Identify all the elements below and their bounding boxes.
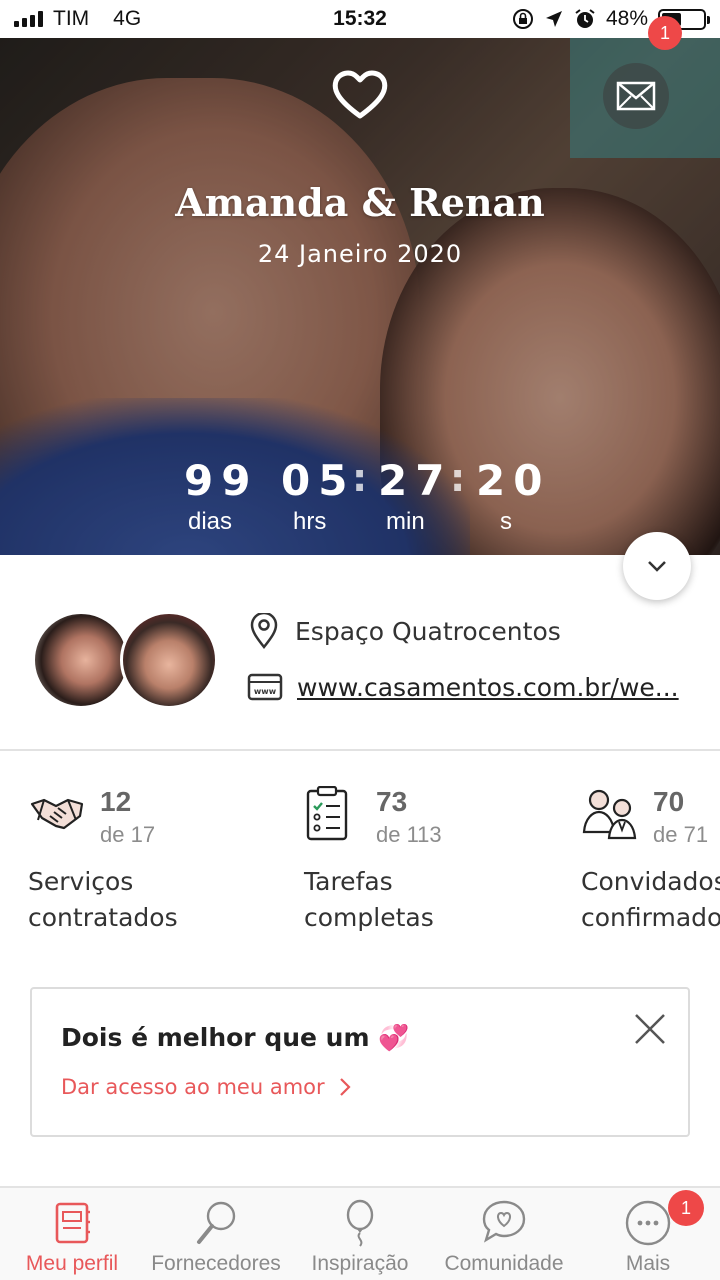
countdown-hours-label: hrs [293, 508, 327, 535]
avatar [32, 611, 130, 709]
guests-total: de 71 [653, 822, 709, 847]
guests-count: 70 [653, 786, 685, 817]
messages-badge: 1 [648, 16, 682, 50]
nav-fornecedores[interactable]: Fornecedores [144, 1188, 288, 1280]
invite-partner-label: Dar acesso ao meu amor [61, 1075, 325, 1099]
tasks-total: de 113 [376, 822, 442, 847]
services-count: 12 [100, 786, 132, 817]
nav-label: Fornecedores [151, 1252, 281, 1275]
guests-label: Convidados confirmados [581, 867, 720, 932]
countdown-days: 99 [184, 456, 259, 505]
nav-comunidade[interactable]: Comunidade [432, 1188, 576, 1280]
countdown-seconds-label: s [500, 508, 512, 535]
countdown-minutes-label: min [386, 508, 425, 535]
couple-name: Amanda & Renan [175, 180, 545, 225]
countdown-minutes: 27 [378, 456, 453, 505]
venue-row[interactable]: Espaço Quatrocentos [247, 613, 561, 649]
countdown: 99 05 : 27 : 20 dias hrs min s [0, 456, 720, 555]
countdown-hours: 05 [281, 456, 356, 505]
tasks-label: Tarefas completas [304, 867, 434, 932]
invite-partner-link[interactable]: Dar acesso ao meu amor [61, 1075, 351, 1099]
website-link[interactable]: www.casamentos.com.br/we... [297, 673, 697, 702]
notebook-icon [55, 1202, 90, 1244]
heart-icon [332, 70, 388, 119]
location-pin-icon [250, 613, 278, 649]
nav-label: Inspiração [311, 1252, 409, 1275]
balloon-icon [346, 1199, 374, 1247]
svg-text:www: www [254, 687, 277, 696]
nav-inspiracao[interactable]: Inspiração [288, 1188, 432, 1280]
location-icon [545, 11, 562, 27]
avatar [120, 611, 218, 709]
nav-label: Meu perfil [25, 1252, 119, 1275]
nav-label: Mais [625, 1252, 671, 1275]
messages-button[interactable] [603, 63, 669, 129]
bottom-navigation: Meu perfil Fornecedores Inspiração Comun… [0, 1186, 720, 1280]
status-bar: TIM 4G 15:32 48% [0, 0, 720, 38]
rotation-lock-icon [512, 9, 533, 29]
checklist-icon [306, 786, 348, 841]
tasks-count: 73 [376, 786, 408, 817]
more-badge: 1 [668, 1190, 704, 1226]
chevron-right-icon [339, 1078, 351, 1096]
chat-heart-icon [482, 1200, 526, 1243]
partner-invite-card: Dois é melhor que um 💞 Dar acesso ao meu… [30, 987, 690, 1137]
handshake-icon [30, 798, 84, 830]
website-row[interactable]: www www.casamentos.com.br/we... [247, 672, 697, 702]
battery-percent: 48% [605, 7, 648, 30]
services-total: de 17 [100, 822, 156, 847]
countdown-separator: : [450, 456, 466, 500]
countdown-separator: : [352, 456, 368, 500]
venue-name: Espaço Quatrocentos [295, 616, 561, 646]
envelope-icon [616, 81, 656, 111]
nav-label: Comunidade [444, 1252, 564, 1275]
couple-photo-header: Amanda & Renan 24 Janeiro 2020 99 05 : 2… [0, 38, 720, 555]
couple-avatars[interactable] [32, 611, 222, 711]
countdown-days-label: dias [188, 508, 233, 535]
website-icon: www [247, 673, 283, 701]
more-icon [625, 1200, 671, 1246]
alarm-icon [575, 9, 595, 28]
card-title: Dois é melhor que um 💞 [61, 1023, 410, 1052]
close-icon[interactable] [632, 1011, 668, 1047]
guests-icon [582, 789, 637, 840]
services-label: Serviços contratados [28, 867, 178, 932]
countdown-seconds: 20 [476, 456, 551, 505]
wedding-date: 24 Janeiro 2020 [257, 240, 463, 268]
magnifier-icon [197, 1201, 236, 1244]
divider [0, 749, 720, 751]
chevron-down-icon [648, 561, 666, 572]
nav-meu-perfil[interactable]: Meu perfil [0, 1188, 144, 1280]
expand-button[interactable] [623, 532, 691, 600]
